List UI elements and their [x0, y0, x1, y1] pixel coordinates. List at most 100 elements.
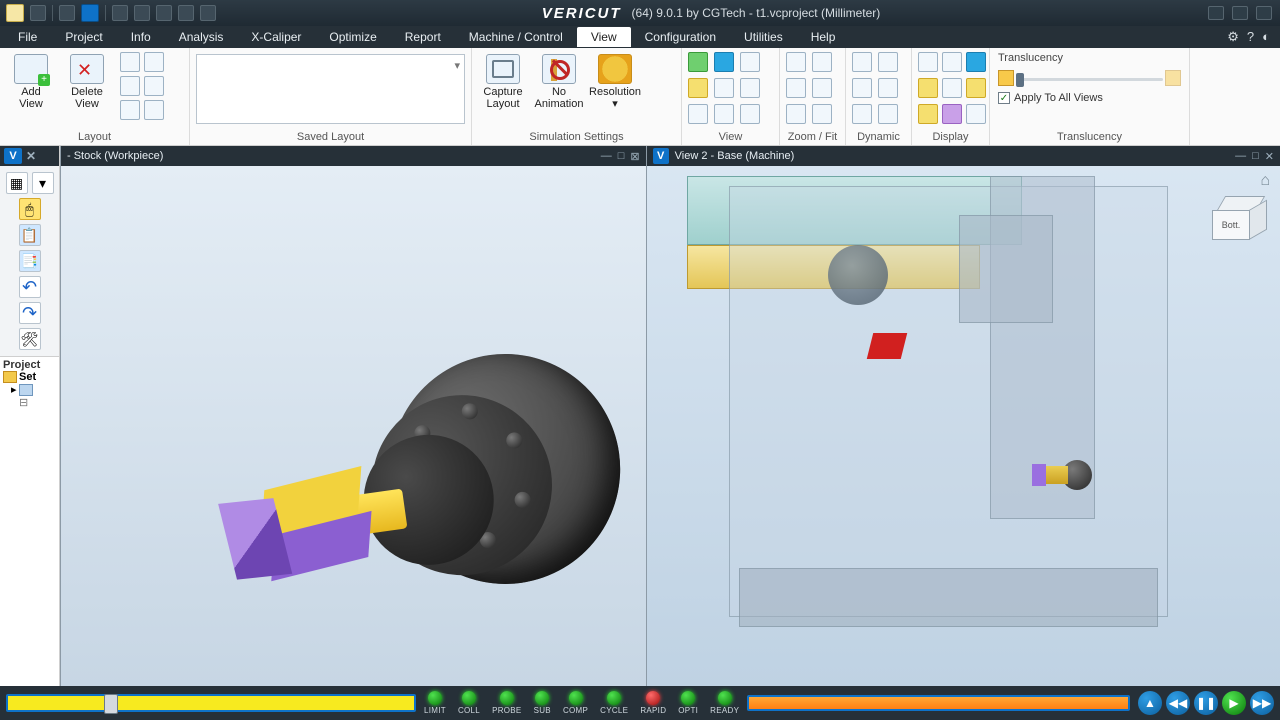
play-button[interactable]: ▶: [1222, 691, 1246, 715]
orientation-cube[interactable]: Bott.: [1212, 196, 1268, 244]
menu-file[interactable]: File: [4, 27, 51, 47]
tool-icon[interactable]: ▦: [6, 172, 28, 194]
dock-tab-close-icon[interactable]: ✕: [26, 149, 36, 163]
view-opt-icon[interactable]: [714, 52, 734, 72]
dyn-icon[interactable]: [878, 52, 898, 72]
qat-layout1-icon[interactable]: [112, 5, 128, 21]
minimize-button[interactable]: [1208, 6, 1224, 20]
zoom-icon[interactable]: [812, 78, 832, 98]
disp-icon[interactable]: [966, 78, 986, 98]
viewport-machine[interactable]: ⌂ Bott.: [647, 166, 1280, 686]
qat-open-icon[interactable]: [6, 4, 24, 22]
delete-view-button[interactable]: ✕ Delete View: [62, 52, 112, 112]
zoom-icon[interactable]: [786, 52, 806, 72]
menu-view[interactable]: View: [577, 27, 631, 47]
resolution-button[interactable]: Resolution▾: [590, 52, 640, 112]
view-opt-icon[interactable]: [714, 104, 734, 124]
qat-layout3-icon[interactable]: [156, 5, 172, 21]
menu-help[interactable]: Help: [797, 27, 850, 47]
home-view-icon[interactable]: ⌂: [1260, 172, 1270, 190]
speed-slider[interactable]: [6, 694, 416, 712]
disp-icon[interactable]: [918, 78, 938, 98]
step-button[interactable]: ▶▶: [1250, 691, 1274, 715]
dyn-icon[interactable]: [852, 52, 872, 72]
zoom-icon[interactable]: [812, 52, 832, 72]
settings-icon[interactable]: ⚙: [1227, 29, 1239, 45]
simulation-progress[interactable]: [747, 695, 1130, 711]
translucency-slider[interactable]: [998, 70, 1181, 88]
disp-icon[interactable]: [918, 104, 938, 124]
view-close-icon[interactable]: ✕: [1265, 150, 1274, 163]
disp-icon[interactable]: [966, 52, 986, 72]
stop-button[interactable]: ▲: [1138, 691, 1162, 715]
view-close-icon[interactable]: ⊠: [630, 150, 639, 163]
menu-machine-control[interactable]: Machine / Control: [455, 27, 577, 47]
view-min-icon[interactable]: —: [601, 150, 612, 163]
no-animation-button[interactable]: No Animation: [534, 52, 584, 112]
qat-info-icon[interactable]: [81, 4, 99, 22]
copy-tool-icon[interactable]: 📑: [19, 250, 41, 272]
menu-analysis[interactable]: Analysis: [165, 27, 238, 47]
view-max-icon[interactable]: □: [1252, 150, 1259, 163]
dyn-icon[interactable]: [852, 104, 872, 124]
view-min-icon[interactable]: —: [1235, 150, 1246, 163]
layout-preset-icon[interactable]: [144, 100, 164, 120]
maximize-button[interactable]: [1232, 6, 1248, 20]
qat-more-icon[interactable]: [200, 5, 216, 21]
qat-dropdown-icon[interactable]: [30, 5, 46, 21]
menu-configuration[interactable]: Configuration: [631, 27, 730, 47]
menu-xcaliper[interactable]: X-Caliper: [237, 27, 315, 47]
list-tool-icon[interactable]: 📋: [19, 224, 41, 246]
options-icon[interactable]: ◐: [1262, 29, 1270, 45]
help-icon[interactable]: ?: [1247, 29, 1254, 45]
tool-icon[interactable]: 🛠: [19, 328, 41, 350]
dyn-icon[interactable]: [878, 104, 898, 124]
view-max-icon[interactable]: □: [618, 150, 625, 163]
qat-cut-icon[interactable]: [59, 5, 75, 21]
tool-dropdown-icon[interactable]: ▾: [32, 172, 54, 194]
view-opt-icon[interactable]: [714, 78, 734, 98]
view-opt-icon[interactable]: [740, 78, 760, 98]
slider-knob[interactable]: [1016, 73, 1024, 87]
viewport-stock[interactable]: [61, 166, 646, 686]
zoom-icon[interactable]: [786, 78, 806, 98]
qat-layout2-icon[interactable]: [134, 5, 150, 21]
saved-layout-gallery[interactable]: [196, 54, 465, 124]
dyn-icon[interactable]: [878, 78, 898, 98]
rewind-button[interactable]: ◀◀: [1166, 691, 1190, 715]
disp-icon[interactable]: [966, 104, 986, 124]
redo-icon[interactable]: ↷: [19, 302, 41, 324]
add-view-button[interactable]: + Add View: [6, 52, 56, 112]
view-opt-icon[interactable]: [740, 52, 760, 72]
view-opt-icon[interactable]: [688, 104, 708, 124]
dock-tab-vericut[interactable]: V: [4, 148, 22, 164]
menu-optimize[interactable]: Optimize: [315, 27, 390, 47]
disp-icon[interactable]: [942, 104, 962, 124]
menu-project[interactable]: Project: [51, 27, 116, 47]
disp-icon[interactable]: [918, 52, 938, 72]
view-opt-icon[interactable]: [740, 104, 760, 124]
menu-utilities[interactable]: Utilities: [730, 27, 797, 47]
pause-button[interactable]: ❚❚: [1194, 691, 1218, 715]
project-tree-item[interactable]: ▸: [3, 383, 56, 396]
layout-preset-icon[interactable]: [120, 100, 140, 120]
mouse-tool-icon[interactable]: 🖱: [19, 198, 41, 220]
menu-report[interactable]: Report: [391, 27, 455, 47]
menu-info[interactable]: Info: [117, 27, 165, 47]
view-opt-icon[interactable]: [688, 78, 708, 98]
speed-slider-knob[interactable]: [104, 694, 118, 714]
layout-preset-icon[interactable]: [144, 52, 164, 72]
layout-preset-icon[interactable]: [120, 76, 140, 96]
close-button[interactable]: [1256, 6, 1272, 20]
disp-icon[interactable]: [942, 78, 962, 98]
layout-preset-icon[interactable]: [144, 76, 164, 96]
zoom-icon[interactable]: [786, 104, 806, 124]
project-tree-item[interactable]: ⊟: [3, 396, 56, 409]
zoom-icon[interactable]: [812, 104, 832, 124]
qat-layout4-icon[interactable]: [178, 5, 194, 21]
apply-all-views-checkbox[interactable]: ✓ Apply To All Views: [998, 92, 1181, 104]
project-tree-item[interactable]: Set: [3, 371, 56, 383]
view-opt-icon[interactable]: [688, 52, 708, 72]
layout-preset-icon[interactable]: [120, 52, 140, 72]
capture-layout-button[interactable]: Capture Layout: [478, 52, 528, 112]
